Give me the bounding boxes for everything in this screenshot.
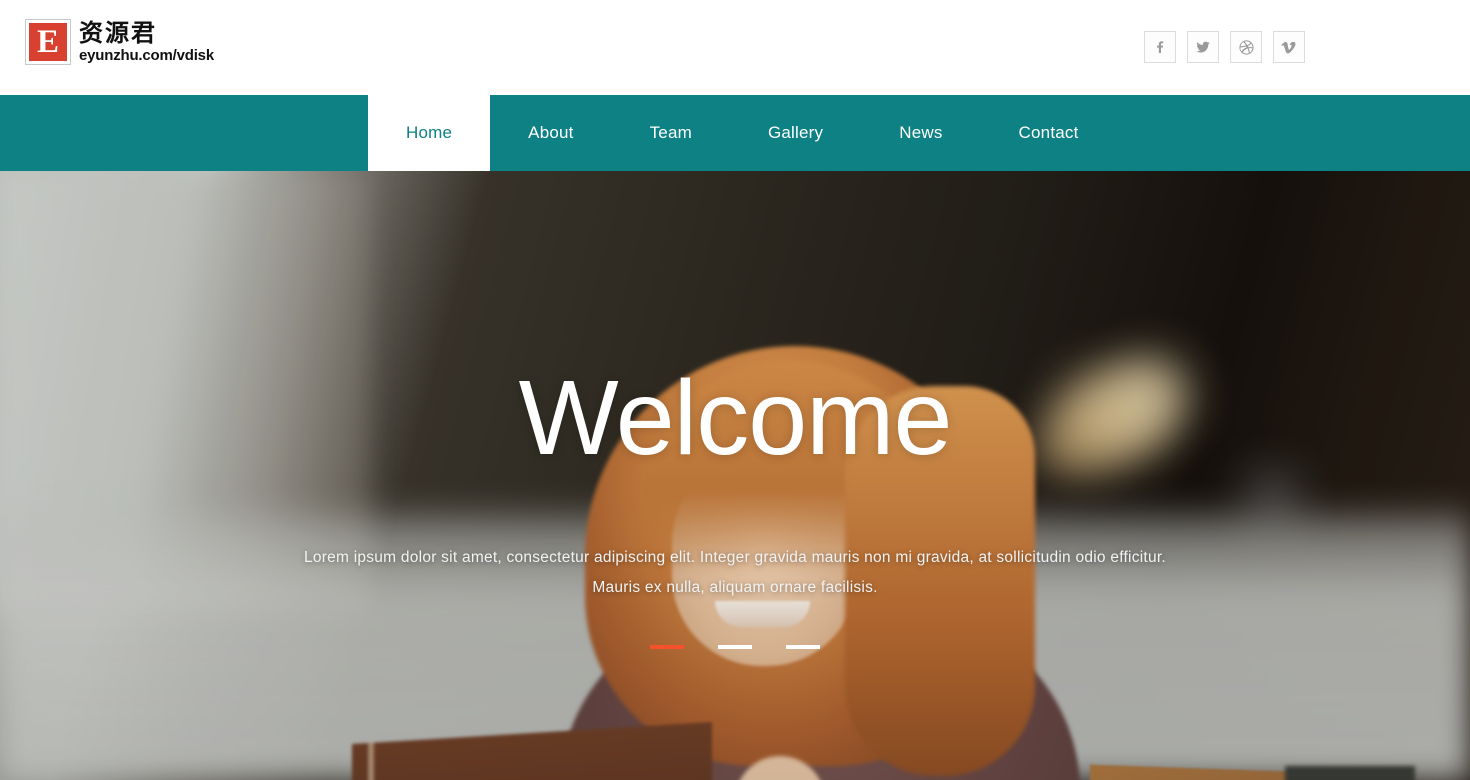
nav-label: Contact (1018, 123, 1079, 142)
twitter-icon[interactable] (1187, 31, 1219, 63)
nav-item-contact[interactable]: Contact (981, 95, 1117, 171)
slider-indicators (650, 645, 820, 649)
main-navigation: Home About Team Gallery News Contact (0, 95, 1470, 171)
watermark-overlay: E 资源君 eyunzhu.com/vdisk (24, 18, 218, 66)
hero-subtitle: Lorem ipsum dolor sit amet, consectetur … (304, 549, 1166, 596)
nav-label: Home (406, 123, 453, 142)
nav-label: Gallery (767, 123, 824, 142)
nav-label: News (899, 123, 943, 142)
nav-item-news[interactable]: News (861, 95, 980, 171)
nav-item-home[interactable]: Home (368, 95, 491, 171)
nav-item-about[interactable]: About (490, 95, 611, 171)
nav-item-team[interactable]: Team (612, 95, 730, 171)
hero-title: Welcome (518, 359, 953, 477)
hero-slider: Welcome Lorem ipsum dolor sit amet, cons… (0, 171, 1470, 780)
facebook-icon[interactable] (1144, 31, 1176, 63)
watermark-cn-text: 资源君 (79, 19, 157, 47)
slider-dash-2[interactable] (718, 645, 752, 649)
dribbble-icon[interactable] (1230, 31, 1262, 63)
social-links (1144, 31, 1305, 63)
nav-item-gallery[interactable]: Gallery (730, 95, 861, 171)
watermark-url-text: eyunzhu.com/vdisk (79, 47, 214, 64)
slider-dash-3[interactable] (786, 645, 820, 649)
vimeo-icon[interactable] (1273, 31, 1305, 63)
slider-dash-1[interactable] (650, 645, 684, 649)
nav-label: About (528, 123, 574, 142)
watermark-badge-icon: E (25, 19, 71, 65)
nav-label: Team (649, 123, 692, 142)
site-header: NTITY E 资源君 eyunzhu.com/vdisk (0, 0, 1470, 95)
